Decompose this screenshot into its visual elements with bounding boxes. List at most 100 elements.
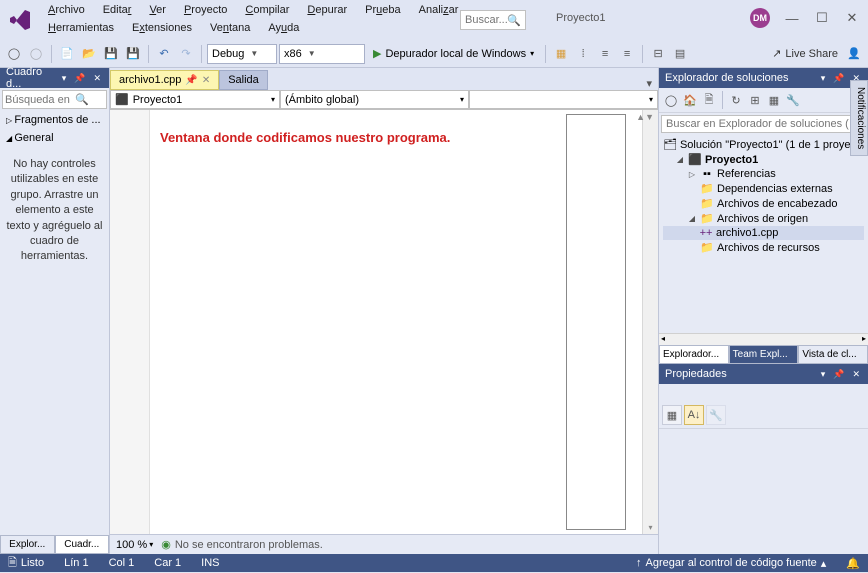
menu-archivo[interactable]: Archivo — [40, 2, 93, 18]
menu-herramientas[interactable]: Herramientas — [40, 20, 122, 36]
tabs-dropdown[interactable]: ▾ — [640, 77, 658, 90]
tool-icon-4[interactable]: ≡ — [617, 44, 637, 64]
solution-search-input[interactable] — [666, 118, 861, 130]
resources-node[interactable]: 📁Archivos de recursos — [663, 240, 864, 255]
member-combo[interactable]: ▾ — [469, 90, 658, 109]
file-archivo1[interactable]: ++archivo1.cpp — [663, 226, 864, 240]
menu-depurar[interactable]: Depurar — [299, 2, 355, 18]
menu-editar[interactable]: Editar — [95, 2, 140, 18]
code-area[interactable]: Ventana donde codificamos nuestro progra… — [150, 110, 566, 534]
solution-root[interactable]: 🗂Solución "Proyecto1" (1 de 1 proyecto — [663, 137, 864, 152]
pin-icon[interactable]: 📌 — [831, 369, 846, 380]
tool-icon-2[interactable]: ⁞ — [573, 44, 593, 64]
categorize-icon[interactable]: ▦ — [662, 405, 682, 425]
close-button[interactable]: ✕ — [844, 10, 860, 26]
dropdown-icon[interactable]: ▾ — [819, 73, 828, 84]
tool-icon-3[interactable]: ≡ — [595, 44, 615, 64]
menu-ver[interactable]: Ver — [141, 2, 174, 18]
close-icon[interactable]: ✕ — [202, 75, 210, 86]
headers-node[interactable]: 📁Archivos de encabezado — [663, 196, 864, 211]
dropdown-icon[interactable]: ▾ — [819, 369, 828, 380]
pin-icon[interactable]: 📌 — [831, 73, 846, 84]
separator — [201, 45, 202, 63]
toolbox-search[interactable]: 🔍 — [2, 90, 107, 109]
start-debug-button[interactable]: ▶ Depurador local de Windows ▾ — [367, 44, 540, 64]
menu-compilar[interactable]: Compilar — [237, 2, 297, 18]
undo-icon[interactable]: ↶ — [154, 44, 174, 64]
dropdown-icon[interactable]: ▾ — [60, 73, 69, 84]
tab-salida[interactable]: Salida — [219, 70, 268, 90]
solution-explorer-tab[interactable]: Explorador... — [659, 345, 729, 364]
separator — [545, 45, 546, 63]
config-combo[interactable]: Debug▼ — [207, 44, 277, 64]
ins-status: INS — [201, 557, 219, 569]
refresh-icon[interactable]: ↻ — [727, 91, 745, 109]
properties-icon[interactable]: 🔧 — [784, 91, 802, 109]
platform-combo[interactable]: x86▼ — [279, 44, 365, 64]
close-icon[interactable]: ✕ — [850, 369, 862, 380]
pin-icon[interactable]: 📌 — [72, 73, 87, 84]
menu-prueba[interactable]: Prueba — [357, 2, 408, 18]
scope-combo[interactable]: ⬛ Proyecto1▾ — [110, 90, 280, 109]
main-toolbar: ◯ ◯ 📄 📂 💾 💾 ↶ ↷ Debug▼ x86▼ ▶ Depurador … — [0, 40, 868, 68]
show-all-icon[interactable]: ▦ — [765, 91, 783, 109]
explorer-tab[interactable]: Explor... — [0, 535, 55, 554]
sources-node[interactable]: ◢📁Archivos de origen — [663, 211, 864, 226]
zoom-control[interactable]: 100 %▾ — [116, 539, 153, 551]
menu-extensiones[interactable]: Extensiones — [124, 20, 200, 36]
team-explorer-tab[interactable]: Team Expl... — [729, 345, 799, 364]
close-icon[interactable]: ✕ — [91, 73, 103, 84]
vertical-scrollbar[interactable]: ▲▼ ▾ — [642, 110, 658, 534]
menu-proyecto[interactable]: Proyecto — [176, 2, 235, 18]
solution-header: Explorador de soluciones ▾ 📌 ✕ — [659, 68, 868, 88]
user-avatar[interactable]: DM — [750, 8, 770, 28]
context-combo[interactable]: (Ámbito global)▾ — [280, 90, 469, 109]
scroll-down-icon[interactable]: ▾ — [646, 521, 654, 534]
pin-icon[interactable]: 📌 — [185, 75, 197, 86]
user-icon[interactable]: 👤 — [844, 44, 864, 64]
extdeps-node[interactable]: 📁Dependencias externas — [663, 181, 864, 196]
menu-analizar[interactable]: Analizar — [411, 2, 467, 18]
project-node[interactable]: ◢⬛Proyecto1 — [663, 152, 864, 167]
sync-icon[interactable]: 🗎 — [700, 91, 718, 109]
maximize-button[interactable]: ☐ — [814, 10, 830, 26]
notifications-tab[interactable]: Notificaciones — [850, 80, 868, 156]
split-icon[interactable]: ▲▼ — [636, 112, 654, 122]
tool-icon-6[interactable]: ▤ — [670, 44, 690, 64]
quick-search[interactable]: 🔍 — [460, 10, 526, 30]
minimize-button[interactable]: — — [784, 10, 800, 26]
menu-ayuda[interactable]: Ayuda — [260, 20, 307, 36]
nav-back-icon[interactable]: ◯ — [4, 44, 24, 64]
new-item-icon[interactable]: 📄 — [57, 44, 77, 64]
wrench-icon[interactable]: 🔧 — [706, 405, 726, 425]
collapse-icon[interactable]: ⊞ — [746, 91, 764, 109]
toolbox-group-general[interactable]: General — [0, 129, 109, 147]
project-selector[interactable]: Proyecto1 — [556, 12, 606, 24]
redo-icon[interactable]: ↷ — [176, 44, 196, 64]
minimap[interactable] — [566, 114, 626, 530]
liveshare-button[interactable]: ↗ Live Share — [772, 47, 838, 60]
toolbox-tab[interactable]: Cuadr... — [55, 535, 110, 554]
references-node[interactable]: ▷▪▪Referencias — [663, 167, 864, 181]
open-icon[interactable]: 📂 — [79, 44, 99, 64]
save-icon[interactable]: 💾 — [101, 44, 121, 64]
home-icon[interactable]: 🏠 — [681, 91, 699, 109]
class-view-tab[interactable]: Vista de cl... — [798, 345, 868, 364]
tab-archivo1[interactable]: archivo1.cpp 📌 ✕ — [110, 70, 219, 90]
tool-icon-5[interactable]: ⊟ — [648, 44, 668, 64]
toolbox-search-input[interactable] — [5, 94, 75, 106]
problems-status[interactable]: ◉ No se encontraron problemas. — [161, 538, 323, 551]
save-all-icon[interactable]: 💾 — [123, 44, 143, 64]
back-icon[interactable]: ◯ — [662, 91, 680, 109]
toolbox-group-fragments[interactable]: Fragmentos de ... — [0, 111, 109, 129]
bell-icon[interactable]: 🔔 — [846, 557, 860, 570]
solution-search[interactable] — [661, 115, 866, 133]
sort-icon[interactable]: A↓ — [684, 405, 704, 425]
editor-body[interactable]: Ventana donde codificamos nuestro progra… — [110, 110, 658, 534]
source-control-button[interactable]: ↑ Agregar al control de código fuente ▴ — [636, 557, 826, 570]
nav-fwd-icon[interactable]: ◯ — [26, 44, 46, 64]
search-input[interactable] — [465, 14, 507, 26]
properties-panel: Propiedades ▾ 📌 ✕ ▦ A↓ 🔧 — [659, 364, 868, 554]
tool-icon-1[interactable]: ▦ — [551, 44, 571, 64]
menu-ventana[interactable]: Ventana — [202, 20, 258, 36]
